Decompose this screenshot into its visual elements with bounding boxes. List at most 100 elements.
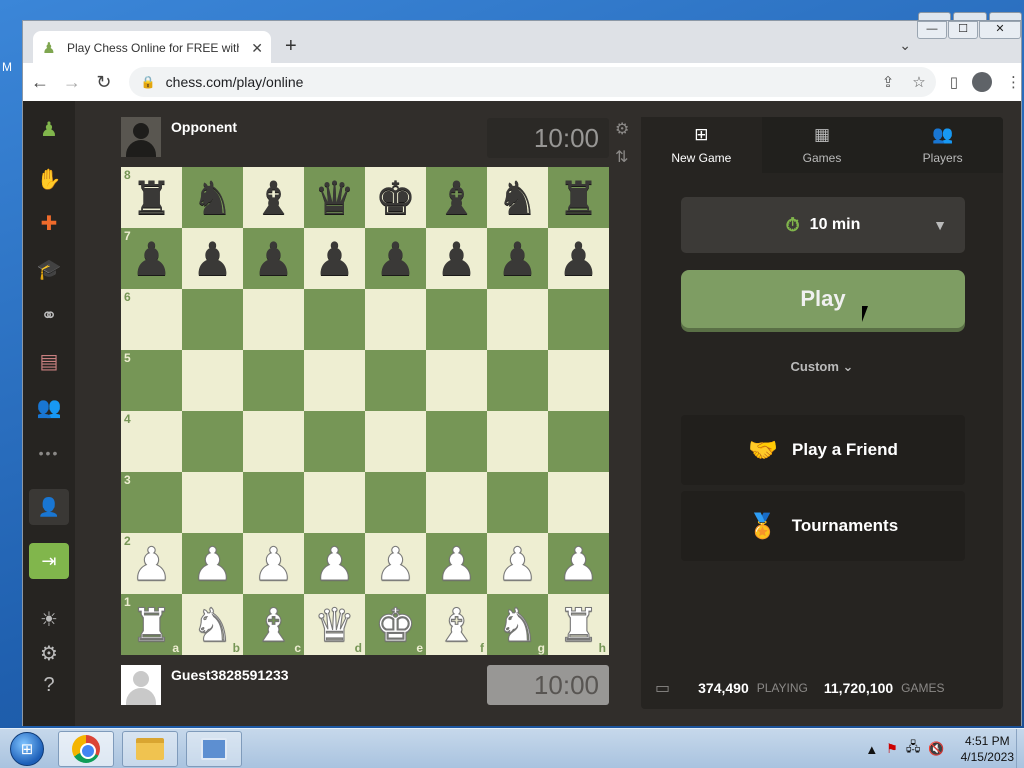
white-bishop-icon[interactable]: ♝	[252, 601, 294, 648]
square-d4[interactable]	[304, 411, 365, 472]
square-h8[interactable]: ♜	[548, 167, 609, 228]
square-a2[interactable]: 2 ♟	[121, 533, 182, 594]
forward-button[interactable]: →	[57, 66, 87, 98]
new-tab-button[interactable]: +	[285, 35, 297, 58]
square-b6[interactable]	[182, 289, 243, 350]
square-d2[interactable]: ♟	[304, 533, 365, 594]
square-d8[interactable]: ♛	[304, 167, 365, 228]
square-h1[interactable]: h ♜	[548, 594, 609, 655]
black-pawn-icon[interactable]: ♟	[314, 236, 355, 282]
square-b5[interactable]	[182, 350, 243, 411]
square-c3[interactable]	[243, 472, 304, 533]
square-d6[interactable]	[304, 289, 365, 350]
chess-board[interactable]: 8 ♜ ♞ ♝ ♛ ♚ ♝ ♞ ♜ 7 ♟ ♟ ♟ ♟ ♟ ♟ ♟ ♟ 6 5 4 3 2 ♟ ♟ ♟ ♟ ♟ ♟ ♟ ♟ 1 a ♜ b ♞ c ♝ d ♛…	[121, 167, 609, 655]
square-b7[interactable]: ♟	[182, 228, 243, 289]
square-c6[interactable]	[243, 289, 304, 350]
custom-time-toggle[interactable]: Custom ⌄	[641, 359, 1003, 375]
square-e8[interactable]: ♚	[365, 167, 426, 228]
square-a1[interactable]: 1 a ♜	[121, 594, 182, 655]
square-c2[interactable]: ♟	[243, 533, 304, 594]
play-button[interactable]: Play	[681, 270, 965, 328]
square-a8[interactable]: 8 ♜	[121, 167, 182, 228]
square-g5[interactable]	[487, 350, 548, 411]
square-f1[interactable]: f ♝	[426, 594, 487, 655]
watch-binoculars-icon[interactable]: ⚭	[35, 301, 63, 329]
square-g4[interactable]	[487, 411, 548, 472]
action-center-icon[interactable]: ⚑	[886, 741, 898, 757]
kebab-menu-icon[interactable]: ⋮	[1006, 73, 1021, 91]
square-f3[interactable]	[426, 472, 487, 533]
white-pawn-icon[interactable]: ♟	[435, 540, 477, 587]
black-pawn-icon[interactable]: ♟	[497, 236, 538, 282]
tab-games[interactable]: ▦ Games	[762, 117, 883, 173]
square-e1[interactable]: e ♚	[365, 594, 426, 655]
square-c1[interactable]: c ♝	[243, 594, 304, 655]
white-king-icon[interactable]: ♚	[374, 601, 416, 648]
puzzles-icon[interactable]: ✚	[35, 209, 63, 237]
black-bishop-icon[interactable]: ♝	[253, 175, 294, 221]
show-desktop-button[interactable]	[1016, 729, 1024, 768]
black-pawn-icon[interactable]: ♟	[375, 236, 416, 282]
square-f4[interactable]	[426, 411, 487, 472]
black-rook-icon[interactable]: ♜	[131, 175, 172, 221]
square-h4[interactable]	[548, 411, 609, 472]
flip-board-icon[interactable]: ⇅	[615, 147, 629, 167]
black-pawn-icon[interactable]: ♟	[192, 236, 233, 282]
taskbar-chrome[interactable]	[58, 731, 114, 767]
square-a6[interactable]: 6	[121, 289, 182, 350]
square-g8[interactable]: ♞	[487, 167, 548, 228]
square-g2[interactable]: ♟	[487, 533, 548, 594]
close-tab-icon[interactable]: ✕	[251, 40, 263, 57]
lock-icon[interactable]: 🔒	[141, 75, 156, 89]
square-h5[interactable]	[548, 350, 609, 411]
square-f8[interactable]: ♝	[426, 167, 487, 228]
white-bishop-icon[interactable]: ♝	[435, 601, 477, 648]
white-pawn-icon[interactable]: ♟	[374, 540, 416, 587]
tray-clock[interactable]: 4:51 PM 4/15/2023	[961, 733, 1014, 765]
white-knight-icon[interactable]: ♞	[496, 601, 538, 648]
network-icon[interactable]: 🖧	[906, 738, 921, 760]
white-pawn-icon[interactable]: ♟	[252, 540, 294, 587]
square-h3[interactable]	[548, 472, 609, 533]
board-settings-icon[interactable]: ⚙	[615, 119, 629, 139]
tournaments-button[interactable]: 🏅 Tournaments	[681, 491, 965, 561]
play-hand-icon[interactable]: ✋	[35, 165, 63, 193]
black-knight-icon[interactable]: ♞	[192, 175, 233, 221]
square-b8[interactable]: ♞	[182, 167, 243, 228]
sign-up-icon[interactable]: 👤	[29, 489, 69, 525]
share-icon[interactable]: ⇪	[882, 73, 895, 91]
white-pawn-icon[interactable]: ♟	[557, 540, 599, 587]
square-c7[interactable]: ♟	[243, 228, 304, 289]
square-a4[interactable]: 4	[121, 411, 182, 472]
square-h6[interactable]	[548, 289, 609, 350]
white-pawn-icon[interactable]: ♟	[313, 540, 355, 587]
square-f6[interactable]	[426, 289, 487, 350]
black-pawn-icon[interactable]: ♟	[436, 236, 477, 282]
white-pawn-icon[interactable]: ♟	[496, 540, 538, 587]
square-e3[interactable]	[365, 472, 426, 533]
back-button[interactable]: ←	[25, 66, 55, 98]
white-rook-icon[interactable]: ♜	[557, 601, 599, 648]
black-king-icon[interactable]: ♚	[375, 175, 416, 221]
square-h7[interactable]: ♟	[548, 228, 609, 289]
square-a5[interactable]: 5	[121, 350, 182, 411]
square-g1[interactable]: g ♞	[487, 594, 548, 655]
black-queen-icon[interactable]: ♛	[314, 175, 355, 221]
square-e7[interactable]: ♟	[365, 228, 426, 289]
reload-button[interactable]: ↻	[89, 66, 119, 98]
square-g6[interactable]	[487, 289, 548, 350]
square-a7[interactable]: 7 ♟	[121, 228, 182, 289]
white-rook-icon[interactable]: ♜	[130, 601, 172, 648]
square-f7[interactable]: ♟	[426, 228, 487, 289]
black-rook-icon[interactable]: ♜	[558, 175, 599, 221]
taskbar-control-panel[interactable]	[186, 731, 242, 767]
tab-players[interactable]: 👥 Players	[882, 117, 1003, 173]
social-icon[interactable]: 👥	[35, 393, 63, 421]
square-c8[interactable]: ♝	[243, 167, 304, 228]
log-in-icon[interactable]: ⇥	[29, 543, 69, 579]
chess-logo-icon[interactable]: ♟	[35, 115, 63, 143]
square-b4[interactable]	[182, 411, 243, 472]
white-pawn-icon[interactable]: ♟	[191, 540, 233, 587]
square-d3[interactable]	[304, 472, 365, 533]
help-icon[interactable]: ?	[35, 671, 63, 699]
